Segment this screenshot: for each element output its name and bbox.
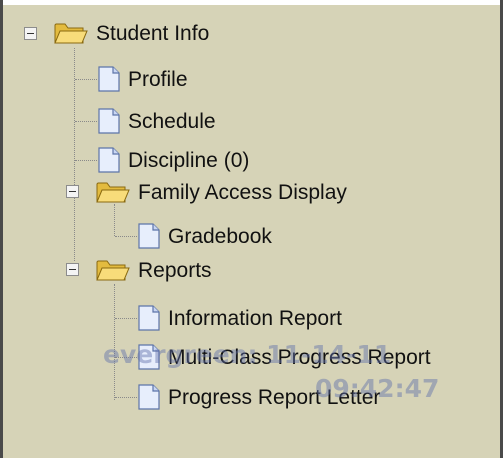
tree-connector	[114, 204, 115, 236]
tree-connector	[75, 160, 97, 161]
tree-connector	[75, 79, 97, 80]
tree-node-label: Family Access Display	[138, 180, 347, 204]
tree-connector	[114, 284, 115, 400]
tree-connector	[115, 397, 137, 398]
tree-node-label: Multi-Class Progress Report	[168, 345, 431, 369]
tree-node-family-access-display[interactable]: Family Access Display	[96, 180, 347, 204]
tree-node-label: Schedule	[128, 109, 216, 133]
collapse-toggle-reports[interactable]	[66, 263, 79, 276]
folder-open-icon	[96, 260, 130, 281]
tree-node-schedule[interactable]: Schedule	[98, 108, 216, 134]
tree-connector	[115, 357, 137, 358]
document-icon	[138, 344, 160, 370]
tree-node-profile[interactable]: Profile	[98, 66, 188, 92]
tree-node-multi-class-progress-report[interactable]: Multi-Class Progress Report	[138, 344, 431, 370]
tree-node-progress-report-letter[interactable]: Progress Report Letter	[138, 384, 380, 410]
tree-connector	[75, 121, 97, 122]
tree-node-label: Student Info	[96, 21, 210, 45]
tree-node-label: Gradebook	[168, 224, 272, 248]
tree-node-label: Profile	[128, 67, 188, 91]
collapse-toggle-family-access[interactable]	[66, 185, 79, 198]
top-border-strip	[3, 0, 500, 5]
tree-connector	[115, 318, 137, 319]
tree-node-discipline[interactable]: Discipline (0)	[98, 147, 249, 173]
tree-node-label: Information Report	[168, 306, 342, 330]
document-icon	[98, 147, 120, 173]
document-icon	[138, 223, 160, 249]
document-icon	[138, 305, 160, 331]
tree-node-student-info[interactable]: Student Info	[54, 21, 209, 45]
tree-connector	[115, 236, 137, 237]
tree-node-label: Reports	[138, 258, 212, 282]
document-icon	[138, 384, 160, 410]
collapse-toggle-student-info[interactable]	[24, 27, 37, 40]
tree-node-information-report[interactable]: Information Report	[138, 305, 342, 331]
tree-node-gradebook[interactable]: Gradebook	[138, 223, 272, 249]
folder-open-icon	[96, 182, 130, 203]
document-icon	[98, 66, 120, 92]
tree-node-label: Progress Report Letter	[168, 385, 381, 409]
tree-node-reports[interactable]: Reports	[96, 258, 212, 282]
navigation-tree-panel: Student Info Profile Schedule Discipline…	[0, 0, 503, 458]
tree-node-label: Discipline (0)	[128, 148, 250, 172]
folder-open-icon	[54, 23, 88, 44]
document-icon	[98, 108, 120, 134]
